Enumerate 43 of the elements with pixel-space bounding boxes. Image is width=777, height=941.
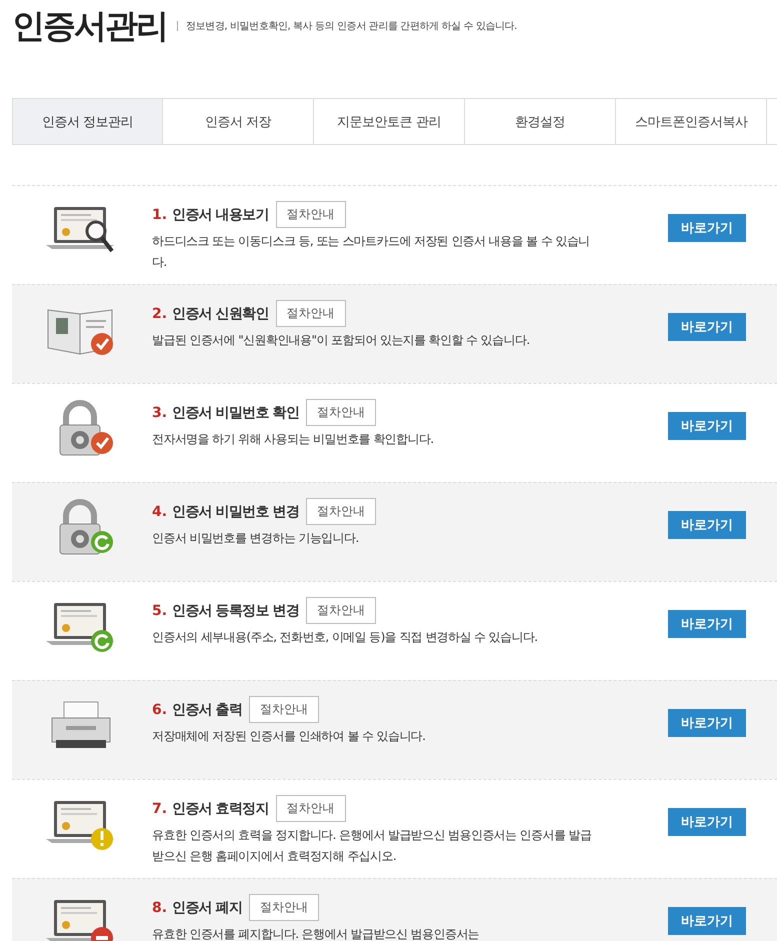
guide-button[interactable]: 절차안내: [306, 498, 376, 525]
go-button[interactable]: 바로가기: [668, 313, 746, 341]
page-title: 인증서관리: [12, 4, 167, 46]
item-description: 유효한 인증서를 폐지합니다. 은행에서 발급받으신 범용인증서는: [152, 926, 480, 941]
item-number: 6.: [152, 702, 168, 718]
go-button[interactable]: 바로가기: [668, 412, 746, 440]
item-title: 인증서 내용보기: [172, 206, 269, 224]
guide-button[interactable]: 절차안내: [276, 795, 346, 822]
item-title: 인증서 비밀번호 확인: [172, 404, 300, 422]
item-title: 인증서 폐지: [172, 898, 242, 916]
guide-button[interactable]: 절차안내: [306, 597, 376, 624]
item-title: 인증서 신원확인: [172, 304, 269, 322]
item-number: 2.: [152, 306, 168, 322]
item-number: 1.: [152, 206, 168, 222]
guide-button[interactable]: 절차안내: [276, 300, 346, 327]
page-subtitle: 정보변경, 비밀번호확인, 복사 등의 인증서 관리를 간편하게 하실 수 있습니다.: [186, 20, 517, 33]
item-title: 인증서 출력: [172, 700, 242, 718]
go-button[interactable]: 바로가기: [668, 808, 746, 836]
go-button[interactable]: 바로가기: [668, 214, 746, 242]
go-button[interactable]: 바로가기: [668, 610, 746, 638]
item-description: 발급된 인증서에 "신원확인내용"이 포함되어 있는지를 확인할 수 있습니다.: [152, 332, 531, 349]
go-button[interactable]: 바로가기: [668, 709, 746, 737]
go-button[interactable]: 바로가기: [668, 907, 746, 935]
item-description: 저장매체에 저장된 인증서를 인쇄하여 볼 수 있습니다.: [152, 728, 426, 745]
go-button[interactable]: 바로가기: [668, 511, 746, 539]
item-description: 인증서의 세부내용(주소, 전화번호, 이메일 등)을 직접 변경하실 수 있습니다.: [152, 629, 539, 646]
guide-button[interactable]: 절차안내: [249, 894, 320, 921]
item-title: 인증서 비밀번호 변경: [172, 502, 300, 520]
guide-button[interactable]: 절차안내: [306, 399, 376, 426]
guide-button[interactable]: 절차안내: [276, 201, 346, 228]
item-description: 전자서명을 하기 위해 사용되는 비밀번호를 확인합니다.: [152, 431, 434, 448]
tab[interactable]: 인증서 정보관리: [12, 99, 163, 144]
item-number: 8.: [152, 900, 168, 916]
item-description: 하드디스크 또는 이동디스크 등, 또는 스마트카드에 저장된 인증서 내용을 볼 수 있습니다.: [152, 233, 591, 271]
guide-button[interactable]: 절차안내: [249, 696, 320, 723]
item-number: 4.: [152, 504, 168, 520]
item-number: 5.: [152, 602, 168, 618]
item-description: 인증서 비밀번호를 변경하는 기능입니다.: [152, 530, 360, 547]
item-description: 유효한 인증서의 효력을 정지합니다. 은행에서 발급받으신 범용인증서는 인증서를 발급 받으신 은행 홈페이지에서 효력정지해 주십시오.: [152, 827, 592, 865]
item-title: 인증서 효력정지: [172, 800, 269, 818]
item-number: 7.: [152, 800, 168, 816]
item-title: 인증서 등록정보 변경: [172, 602, 300, 620]
item-number: 3.: [152, 404, 168, 420]
